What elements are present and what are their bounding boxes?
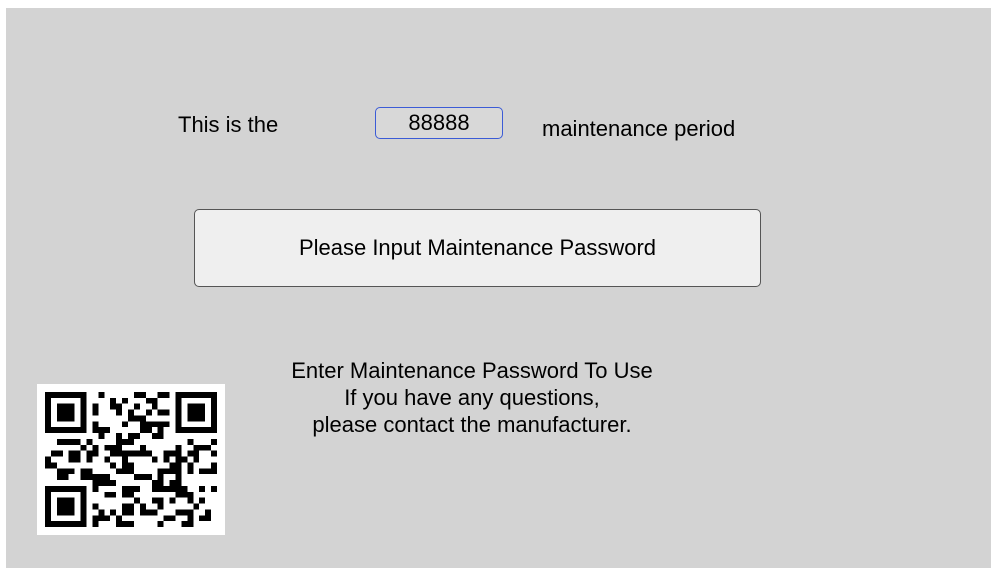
info-line-2: If you have any questions, <box>344 385 600 410</box>
input-password-button[interactable]: Please Input Maintenance Password <box>194 209 761 287</box>
info-line-3: please contact the manufacturer. <box>312 412 632 437</box>
maintenance-period-field: 88888 <box>375 107 503 139</box>
info-line-1: Enter Maintenance Password To Use <box>291 358 653 383</box>
period-suffix-label: maintenance period <box>542 116 736 141</box>
maintenance-screen: This is the 88888 maintenance period Ple… <box>6 8 991 568</box>
qr-code-icon <box>37 384 225 535</box>
period-prefix-label: This is the <box>178 112 279 137</box>
info-text: Enter Maintenance Password To Use If you… <box>202 357 742 438</box>
